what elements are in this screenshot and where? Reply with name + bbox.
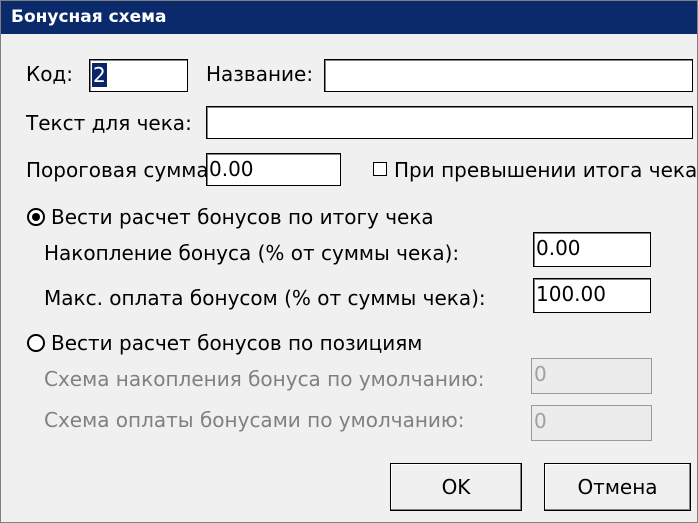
bonus-scheme-dialog: Бонусная схема Код: 2 Название: Текст дл… [0,0,698,523]
exceed-checkbox-label[interactable]: При превышении итога чека [394,158,697,182]
code-label: Код: [26,62,74,86]
max-payment-label: Макс. оплата бонусом (% от суммы чека): [44,286,486,310]
accrual-input[interactable]: 0.00 [533,232,651,267]
receipt-text-input[interactable] [206,106,693,139]
radio-mode-total-label[interactable]: Вести расчет бонусов по итогу чека [51,205,434,229]
threshold-input[interactable]: 0.00 [206,153,341,186]
default-accrual-label: Схема накопления бонуса по умолчанию: [44,367,485,391]
cancel-button[interactable]: Отмена [544,463,691,511]
accrual-label: Накопление бонуса (% от суммы чека): [44,241,460,265]
name-input[interactable] [324,59,693,92]
max-payment-input[interactable]: 100.00 [533,278,651,313]
radio-mode-positions-label[interactable]: Вести расчет бонусов по позициям [51,331,422,355]
radio-mode-total[interactable] [27,208,45,226]
default-accrual-input[interactable]: 0 [531,358,652,394]
window-title: Бонусная схема [1,1,697,34]
code-input[interactable]: 2 [89,59,188,92]
default-payment-input[interactable]: 0 [531,405,652,441]
ok-button[interactable]: OK [390,463,522,511]
threshold-label: Пороговая сумма: [26,158,216,182]
radio-mode-positions[interactable] [27,334,45,352]
code-value: 2 [92,63,107,87]
exceed-checkbox[interactable] [373,162,387,176]
default-payment-label: Схема оплаты бонусами по умолчанию: [44,408,465,432]
name-label: Название: [206,62,314,86]
receipt-text-label: Текст для чека: [26,111,192,135]
radio-selected-dot [32,213,40,221]
